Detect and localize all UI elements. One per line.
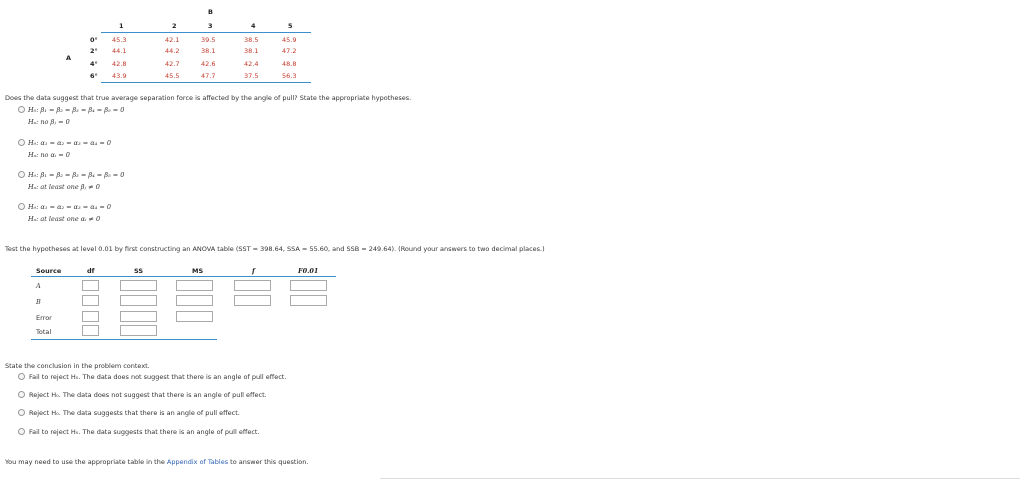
anova-row-label: Error <box>36 314 52 322</box>
anova-header-fcrit: F0.01 <box>298 267 319 275</box>
col-header: 4 <box>251 22 256 30</box>
col-header: 1 <box>119 22 124 30</box>
col-header: 3 <box>208 22 213 30</box>
hypothesis-radio[interactable] <box>18 171 25 178</box>
anova-b-f-input[interactable] <box>234 295 271 306</box>
anova-error-ms-input[interactable] <box>176 311 213 322</box>
anova-b-fcrit-input[interactable] <box>290 295 327 306</box>
anova-a-ms-input[interactable] <box>176 280 213 291</box>
hypothesis-radio[interactable] <box>18 203 25 210</box>
question-anova: Test the hypotheses at level 0.01 by fir… <box>5 245 545 253</box>
hypothesis-radio[interactable] <box>18 139 25 146</box>
conclusion-radio[interactable] <box>18 409 25 416</box>
hypothesis-h0: H₀: α₁ = α₂ = α₃ = α₄ = 0 <box>28 203 111 211</box>
table-cell: 42.1 <box>165 36 180 44</box>
row-label: 6° <box>90 72 98 80</box>
table-cell: 43.9 <box>112 72 127 80</box>
table-cell: 45.9 <box>282 36 297 44</box>
footer-text-after: to answer this question. <box>228 458 309 466</box>
anova-a-fcrit-input[interactable] <box>290 280 327 291</box>
table-cell: 38.1 <box>201 47 216 55</box>
table-cell: 42.8 <box>112 60 127 68</box>
table-cell: 38.1 <box>244 47 259 55</box>
table-cell: 45.5 <box>165 72 180 80</box>
conclusion-radio[interactable] <box>18 373 25 380</box>
hypothesis-ha: Hₐ: at least one αᵢ ≠ 0 <box>28 215 101 223</box>
anova-total-df-input[interactable] <box>82 325 99 336</box>
row-label: 4° <box>90 60 98 68</box>
anova-row-label: B <box>36 298 41 306</box>
anova-a-ss-input[interactable] <box>120 280 157 291</box>
hypothesis-radio[interactable] <box>18 106 25 113</box>
anova-a-df-input[interactable] <box>82 280 99 291</box>
table-cell: 37.5 <box>244 72 259 80</box>
table-top-rule <box>101 32 311 33</box>
row-label: 2° <box>90 47 98 55</box>
anova-a-f-input[interactable] <box>234 280 271 291</box>
anova-header-ms: MS <box>192 267 204 275</box>
footer-divider <box>380 478 1020 479</box>
hypothesis-ha: Hₐ: no αᵢ = 0 <box>28 151 70 159</box>
anova-header-df: df <box>87 267 95 275</box>
anova-header-ss: SS <box>134 267 144 275</box>
hypothesis-ha: Hₐ: at least one βⱼ ≠ 0 <box>28 183 100 191</box>
conclusion-text: Reject H₀. The data suggests that there … <box>29 409 240 417</box>
conclusion-radio[interactable] <box>18 391 25 398</box>
hypothesis-h0: H₀: α₁ = α₂ = α₃ = α₄ = 0 <box>28 139 111 147</box>
footer-text-before: You may need to use the appropriate tabl… <box>5 458 167 466</box>
table-cell: 56.3 <box>282 72 297 80</box>
table-cell: 45.3 <box>112 36 127 44</box>
anova-total-ss-input[interactable] <box>120 325 157 336</box>
question-hypotheses: Does the data suggest that true average … <box>5 94 412 102</box>
appendix-link[interactable]: Appendix of Tables <box>167 458 228 466</box>
factor-b-label: B <box>208 8 213 16</box>
hypothesis-ha: Hₐ: no βⱼ = 0 <box>28 118 70 126</box>
anova-bottom-rule <box>31 339 217 340</box>
anova-b-ss-input[interactable] <box>120 295 157 306</box>
table-cell: 38.5 <box>244 36 259 44</box>
hypothesis-h0: H₀: β₁ = β₂ = β₃ = β₄ = β₅ = 0 <box>28 106 125 114</box>
table-cell: 44.2 <box>165 47 180 55</box>
anova-row-label: A <box>36 282 41 290</box>
conclusion-radio[interactable] <box>18 428 25 435</box>
anova-row-label: Total <box>36 328 52 336</box>
table-cell: 42.7 <box>165 60 180 68</box>
anova-error-df-input[interactable] <box>82 311 99 322</box>
table-bottom-rule <box>101 82 311 83</box>
anova-header-source: Source <box>36 267 62 275</box>
row-label: 0° <box>90 36 98 44</box>
anova-header-f: f <box>252 267 255 275</box>
col-header: 5 <box>288 22 293 30</box>
anova-header-rule <box>31 276 336 277</box>
table-cell: 47.2 <box>282 47 297 55</box>
table-cell: 44.1 <box>112 47 127 55</box>
table-cell: 42.4 <box>244 60 259 68</box>
anova-b-ms-input[interactable] <box>176 295 213 306</box>
col-header: 2 <box>172 22 177 30</box>
anova-b-df-input[interactable] <box>82 295 99 306</box>
table-cell: 39.5 <box>201 36 216 44</box>
factor-a-label: A <box>66 54 72 62</box>
conclusion-text: Reject H₀. The data does not suggest tha… <box>29 391 267 399</box>
conclusion-text: Fail to reject H₀. The data does not sug… <box>29 373 287 381</box>
table-cell: 42.6 <box>201 60 216 68</box>
question-conclusion: State the conclusion in the problem cont… <box>5 362 150 370</box>
table-cell: 47.7 <box>201 72 216 80</box>
conclusion-text: Fail to reject H₀. The data suggests tha… <box>29 428 260 436</box>
hypothesis-h0: H₀: β₁ = β₂ = β₃ = β₄ = β₅ = 0 <box>28 171 125 179</box>
anova-error-ss-input[interactable] <box>120 311 157 322</box>
table-cell: 48.8 <box>282 60 297 68</box>
footer-note: You may need to use the appropriate tabl… <box>5 458 308 466</box>
